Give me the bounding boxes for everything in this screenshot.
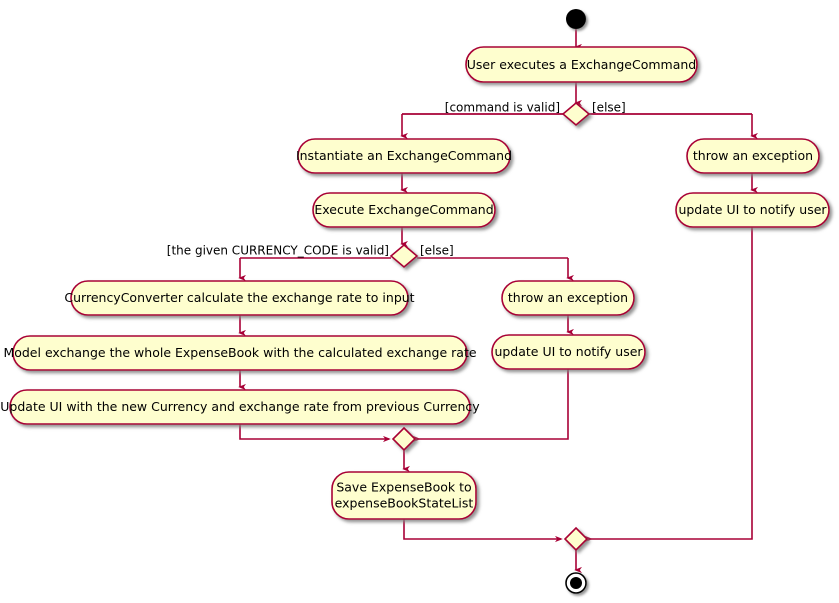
activity-label: update UI to notify user <box>494 344 643 359</box>
activity-save-expensebook[interactable]: Save ExpenseBook to expenseBookStateList <box>331 471 477 520</box>
activity-throw-exception-command[interactable]: throw an exception <box>686 138 820 174</box>
activity-throw-exception-currency[interactable]: throw an exception <box>501 280 635 316</box>
decision-yes-label: [command is valid] <box>445 101 560 115</box>
activity-update-ui-notify-currency[interactable]: update UI to notify user <box>491 334 646 370</box>
activity-label: throw an exception <box>693 148 813 163</box>
activity-update-ui-notify-command[interactable]: update UI to notify user <box>675 192 830 228</box>
activity-label: Execute ExchangeCommand <box>314 202 493 217</box>
activity-label: Update UI with the new Currency and exch… <box>0 399 480 414</box>
activity-label: update UI to notify user <box>678 202 827 217</box>
start-circle <box>566 9 586 29</box>
activity-instantiate-exchangecommand[interactable]: Instantiate an ExchangeCommand <box>296 138 512 174</box>
end-circle-inner <box>570 577 582 589</box>
end-node <box>565 572 587 594</box>
activity-user-executes-exchangecommand[interactable]: User executes a ExchangeCommand <box>465 46 698 83</box>
activity-diagram-svg: User executes a ExchangeCommand [command… <box>0 0 839 603</box>
activity-model-exchange-expensebook[interactable]: Model exchange the whole ExpenseBook wit… <box>3 335 477 371</box>
activity-update-ui-new-currency[interactable]: Update UI with the new Currency and exch… <box>0 389 480 425</box>
activity-label: throw an exception <box>508 290 628 305</box>
activity-label-line1: Save ExpenseBook to <box>336 480 471 495</box>
activity-label: User executes a ExchangeCommand <box>467 57 696 72</box>
activity-execute-exchangecommand[interactable]: Execute ExchangeCommand <box>312 192 496 228</box>
decision-no-label: [else] <box>592 101 626 115</box>
activity-currencyconverter-calculate[interactable]: CurrencyConverter calculate the exchange… <box>64 280 415 316</box>
activity-label: Instantiate an ExchangeCommand <box>296 148 512 163</box>
start-node <box>566 9 586 29</box>
decision-no-label: [else] <box>420 244 454 258</box>
activity-label-line2: expenseBookStateList <box>335 496 474 511</box>
decision-yes-label: [the given CURRENCY_CODE is valid] <box>167 244 389 258</box>
activity-label: Model exchange the whole ExpenseBook wit… <box>3 345 476 360</box>
activity-diagram-canvas: User executes a ExchangeCommand [command… <box>0 0 839 603</box>
activity-label: CurrencyConverter calculate the exchange… <box>64 290 414 305</box>
